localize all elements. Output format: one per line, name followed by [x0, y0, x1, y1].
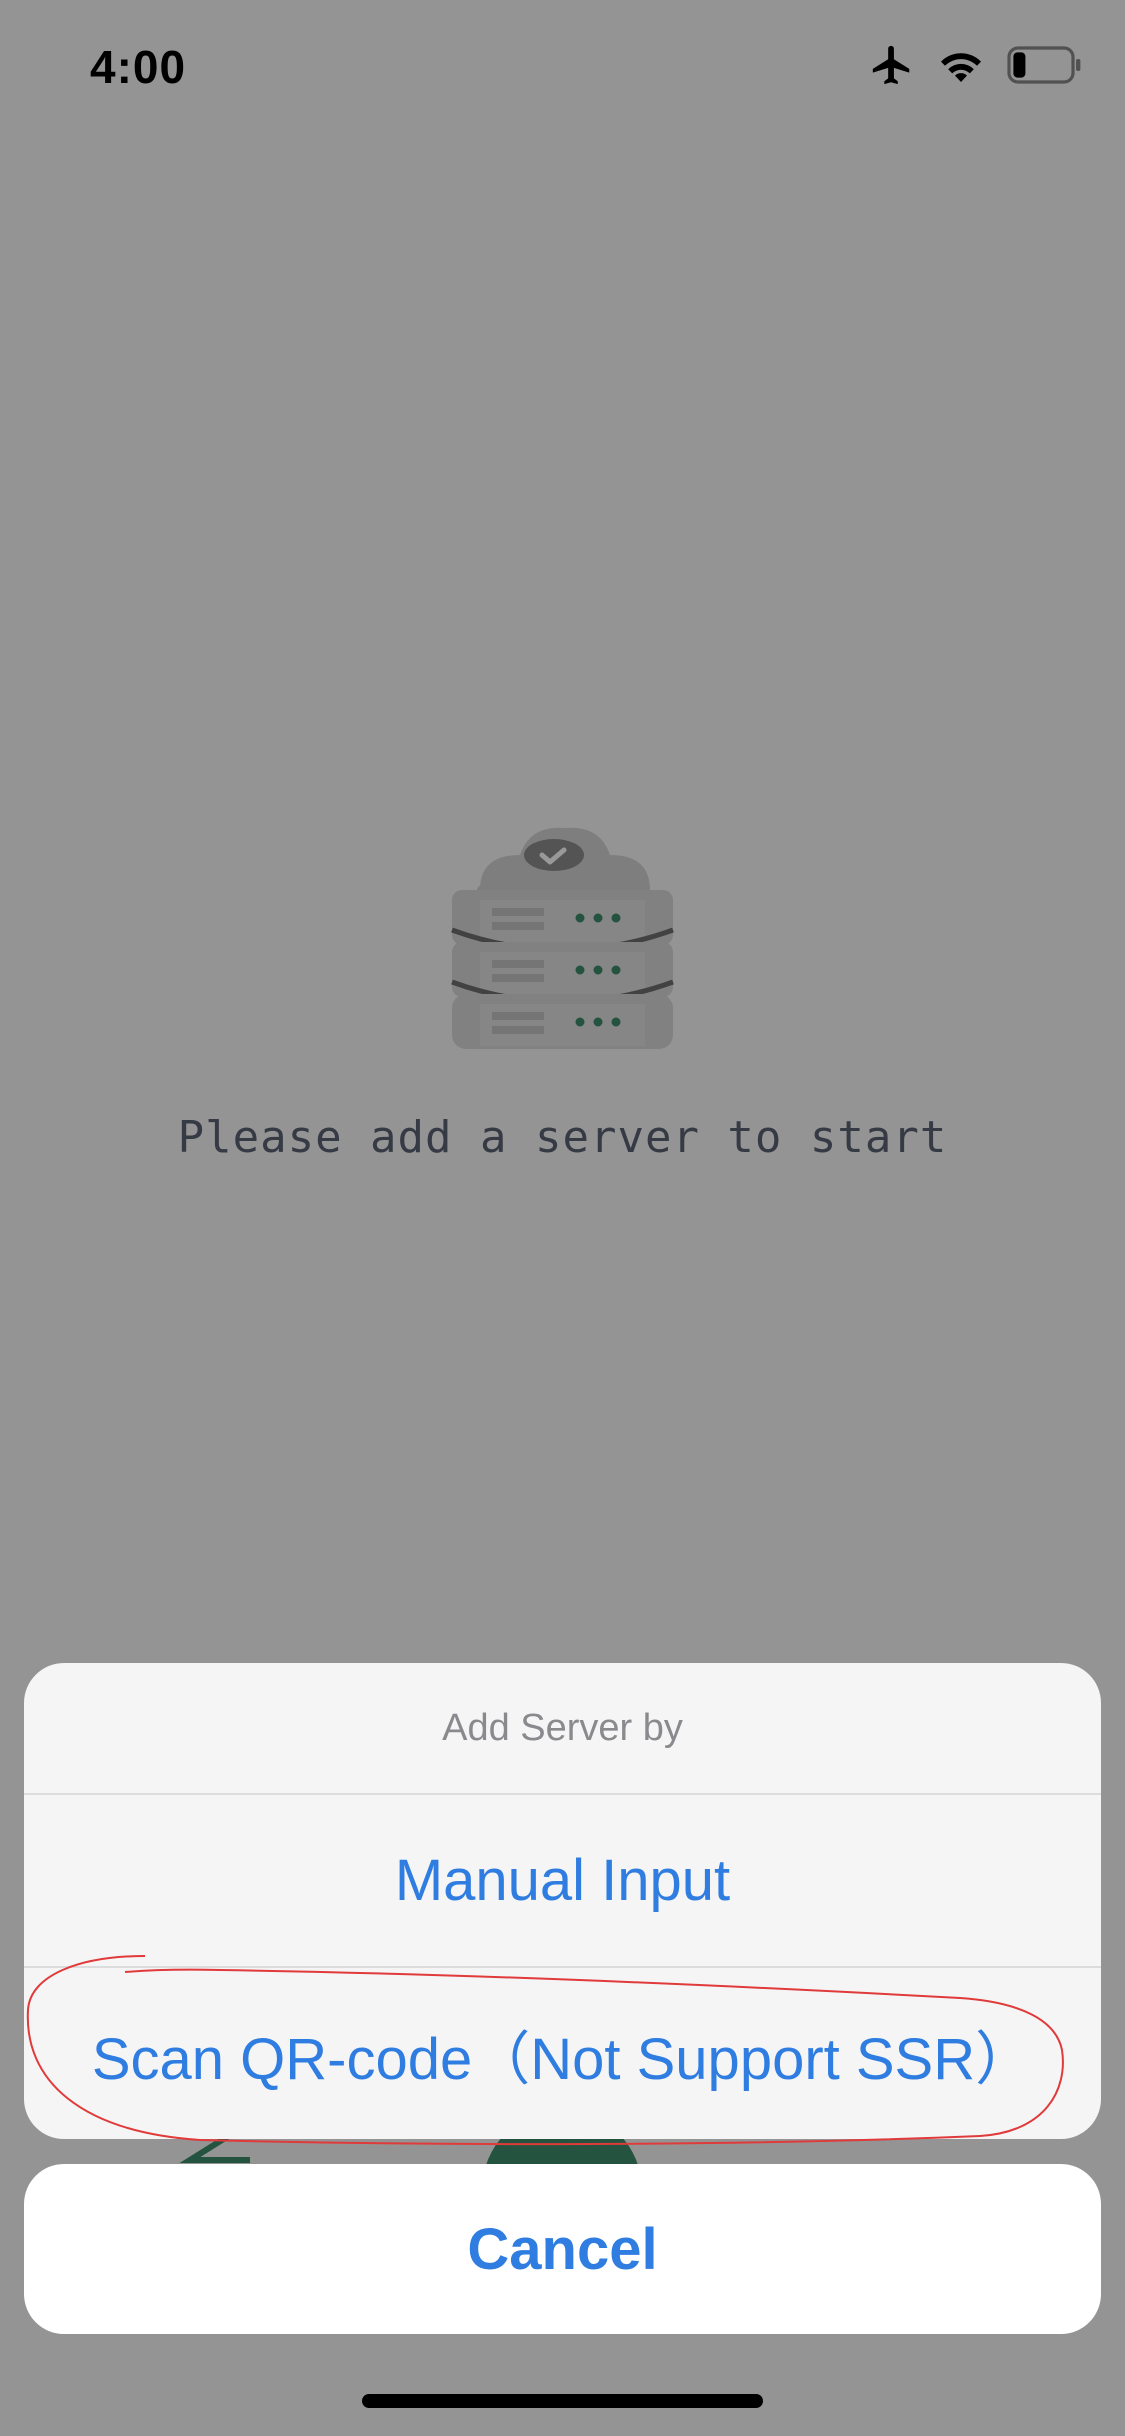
cancel-button[interactable]: Cancel — [24, 2164, 1101, 2334]
manual-input-option[interactable]: Manual Input — [24, 1795, 1101, 1966]
scan-qr-code-option[interactable]: Scan QR-code（Not Support SSR） — [24, 1966, 1101, 2139]
add-server-action-sheet: Add Server by Manual Input Scan QR-code（… — [24, 1663, 1101, 2139]
home-indicator[interactable] — [362, 2394, 763, 2408]
action-sheet-title: Add Server by — [24, 1663, 1101, 1795]
